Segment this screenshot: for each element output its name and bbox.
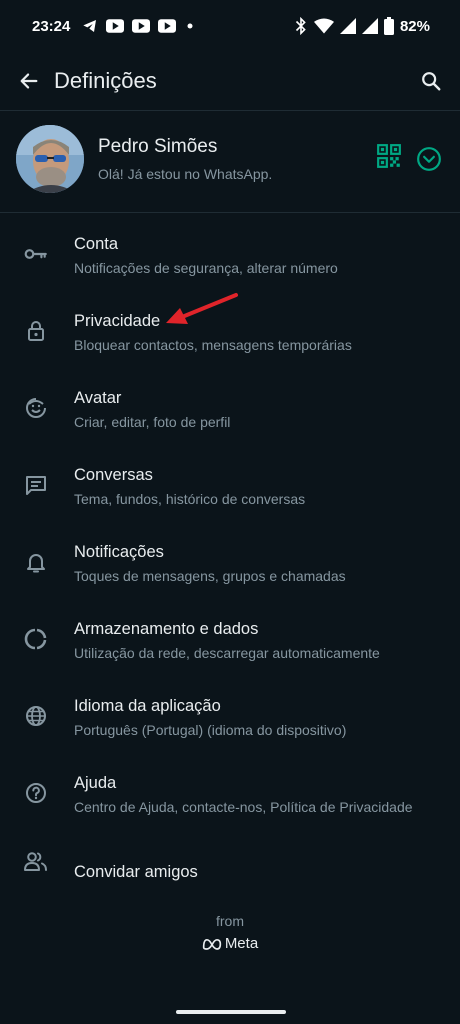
settings-item-title: Convidar amigos <box>74 863 198 881</box>
settings-item-title: Idioma da aplicação <box>74 697 221 715</box>
youtube-icon <box>106 19 125 33</box>
footer-meta-brand: Meta <box>0 935 460 952</box>
signal-icon <box>339 18 356 34</box>
settings-item-subtitle: Centro de Ajuda, contacte-nos, Política … <box>74 799 413 815</box>
search-button[interactable] <box>414 64 448 98</box>
people-icon <box>22 848 50 876</box>
status-time: 23:24 <box>32 17 71 35</box>
page-title: Definições <box>54 68 157 93</box>
back-button[interactable] <box>12 64 46 98</box>
settings-item-subtitle: Bloquear contactos, mensagens temporária… <box>74 337 352 353</box>
bell-icon <box>22 548 50 576</box>
meta-logo-icon <box>202 938 221 950</box>
settings-item-title: Conversas <box>74 466 153 484</box>
storage-icon <box>22 625 50 653</box>
settings-item-subtitle: Toques de mensagens, grupos e chamadas <box>74 568 346 584</box>
profile-status: Olá! Já estou no WhatsApp. <box>98 166 273 182</box>
avatar[interactable] <box>16 125 84 193</box>
globe-icon <box>22 702 50 730</box>
settings-item-title: Conta <box>74 235 119 253</box>
key-icon <box>22 240 50 268</box>
settings-item-title: Notificações <box>74 543 164 561</box>
settings-item-conta[interactable]: Conta Notificações de segurança, alterar… <box>0 214 460 291</box>
settings-item-notificacoes[interactable]: Notificações Toques de mensagens, grupos… <box>0 522 460 599</box>
settings-item-convidar[interactable]: Convidar amigos <box>0 830 460 907</box>
qr-code-icon <box>377 144 401 168</box>
youtube-icon <box>132 19 151 33</box>
battery-icon <box>383 17 394 35</box>
home-indicator[interactable] <box>176 1010 286 1014</box>
battery-percent: 82% <box>399 17 430 35</box>
profile-name: Pedro Simões <box>98 136 218 157</box>
expand-profile-button[interactable] <box>416 146 442 177</box>
profile-divider <box>0 212 460 213</box>
settings-screen: 23:24 82% Definições Pedro Simões Olá! J… <box>0 0 460 1024</box>
settings-item-subtitle: Criar, editar, foto de perfil <box>74 414 231 430</box>
status-bar: 23:24 82% <box>0 0 460 52</box>
settings-item-title: Ajuda <box>74 774 117 792</box>
app-bar-divider <box>0 110 460 111</box>
signal-icon <box>361 18 378 34</box>
settings-item-subtitle: Notificações de segurança, alterar númer… <box>74 260 338 276</box>
chevron-down-circle-icon <box>417 147 441 171</box>
avatar-icon <box>22 394 50 422</box>
settings-item-conversas[interactable]: Conversas Tema, fundos, histórico de con… <box>0 445 460 522</box>
settings-item-avatar[interactable]: Avatar Criar, editar, foto de perfil <box>0 368 460 445</box>
help-icon <box>22 779 50 807</box>
wifi-icon <box>313 18 334 34</box>
footer-brand-text: Meta <box>224 935 259 952</box>
youtube-icon <box>158 19 177 33</box>
arrow-back-icon <box>20 73 38 89</box>
dot-icon <box>184 20 196 32</box>
app-bar: Definições <box>0 52 460 110</box>
status-left: 23:24 <box>32 18 196 35</box>
settings-item-subtitle: Utilização da rede, descarregar automati… <box>74 645 380 661</box>
settings-item-idioma[interactable]: Idioma da aplicação Português (Portugal)… <box>0 676 460 753</box>
settings-item-title: Armazenamento e dados <box>74 620 259 638</box>
status-right: 82% <box>294 17 430 35</box>
bluetooth-icon <box>294 17 308 35</box>
settings-item-title: Avatar <box>74 389 122 407</box>
settings-item-armazenamento[interactable]: Armazenamento e dados Utilização da rede… <box>0 599 460 676</box>
settings-item-subtitle: Tema, fundos, histórico de conversas <box>74 491 306 507</box>
settings-item-title: Privacidade <box>74 312 161 330</box>
settings-item-ajuda[interactable]: Ajuda Centro de Ajuda, contacte-nos, Pol… <box>0 753 460 830</box>
settings-item-subtitle: Português (Portugal) (idioma do disposit… <box>74 722 347 738</box>
telegram-icon <box>82 18 98 34</box>
profile-photo <box>16 125 84 193</box>
chat-icon <box>22 471 50 499</box>
search-icon <box>422 72 441 91</box>
qr-code-button[interactable] <box>376 143 402 174</box>
annotation-arrow <box>160 290 244 335</box>
lock-icon <box>22 317 50 345</box>
footer-from: from <box>216 913 244 929</box>
